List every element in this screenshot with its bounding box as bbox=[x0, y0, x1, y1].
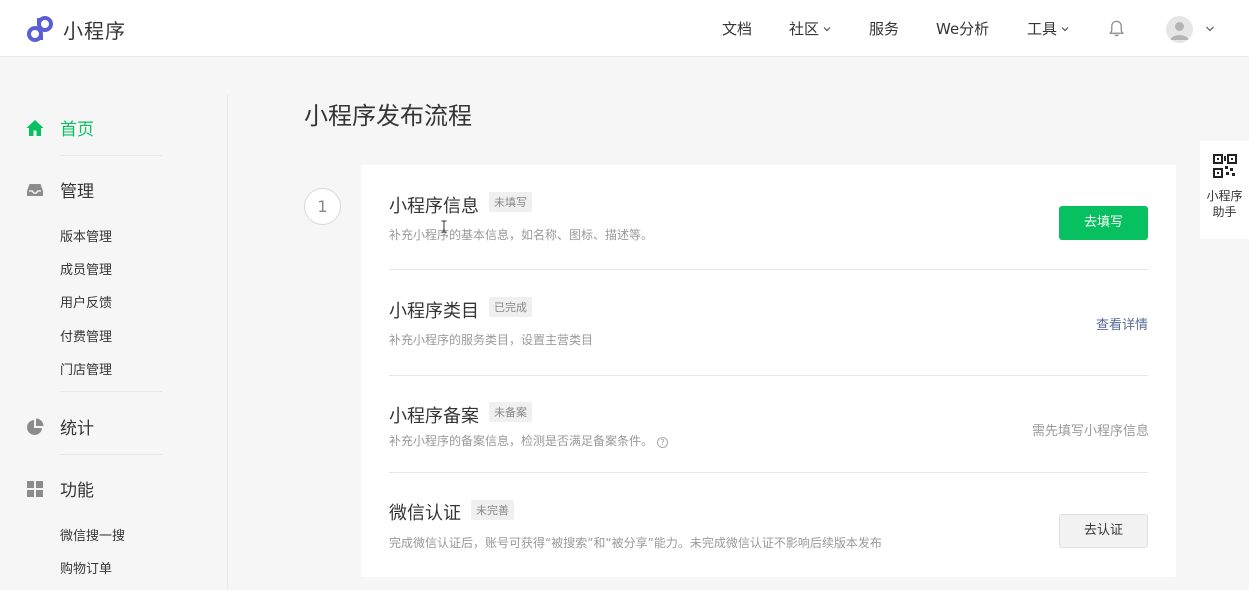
sidebar-item-manage-label: 管理 bbox=[60, 182, 94, 202]
nav-we-analytics-label: We分析 bbox=[936, 20, 990, 38]
chevron-down-icon bbox=[823, 26, 831, 31]
sidebar-divider bbox=[60, 454, 162, 455]
account-chevron-down-icon[interactable] bbox=[1204, 23, 1216, 35]
status-badge: 未备案 bbox=[489, 402, 532, 422]
verify-button[interactable]: 去认证 bbox=[1059, 514, 1148, 548]
sidebar-item-wechat-search[interactable]: 微信搜一搜 bbox=[60, 525, 125, 544]
sidebar-item-stats[interactable]: 统计 bbox=[25, 414, 94, 439]
top-navigation-bar: 小程序 文档 社区 服务 We分析 工具 bbox=[0, 0, 1249, 57]
nav-we-analytics[interactable]: We分析 bbox=[936, 0, 989, 57]
row-divider bbox=[389, 375, 1148, 376]
sidebar-divider bbox=[60, 155, 162, 156]
status-badge: 未完善 bbox=[471, 500, 514, 520]
mini-program-assistant-widget[interactable]: 小程序助手 bbox=[1200, 141, 1249, 239]
user-icon bbox=[1170, 22, 1189, 40]
user-avatar[interactable] bbox=[1166, 16, 1193, 43]
sidebar-item-user-feedback[interactable]: 用户反馈 bbox=[60, 292, 112, 311]
page-title: 小程序发布流程 bbox=[304, 102, 472, 130]
step-description: 完成微信认证后，账号可获得“被搜索”和“被分享”能力。未完成微信认证不影响后续版… bbox=[389, 536, 882, 550]
publish-steps-card: 小程序信息 未填写 补充小程序的基本信息，如名称、图标、描述等。 去填写 小程序… bbox=[361, 165, 1176, 577]
row-divider bbox=[389, 472, 1148, 473]
mini-program-logo-icon bbox=[27, 16, 53, 42]
step-description: 补充小程序的备案信息，检测是否满足备案条件。? bbox=[389, 432, 669, 449]
nav-tools-label: 工具 bbox=[1027, 20, 1058, 38]
status-badge: 未填写 bbox=[489, 192, 532, 212]
home-icon bbox=[26, 119, 44, 136]
sidebar-item-features-label: 功能 bbox=[60, 481, 94, 501]
inbox-icon bbox=[27, 183, 43, 196]
step-title: 小程序备案 bbox=[389, 406, 479, 427]
help-icon[interactable]: ? bbox=[657, 437, 669, 448]
sidebar: 首页 管理 版本管理 成员管理 用户反馈 付费管理 门店管理 统计 功能 微信搜… bbox=[0, 95, 228, 590]
row-divider bbox=[389, 269, 1148, 270]
nav-services[interactable]: 服务 bbox=[869, 0, 899, 57]
view-details-link[interactable]: 查看详情 bbox=[1096, 314, 1148, 333]
step-description: 补充小程序的服务类目，设置主营类目 bbox=[389, 333, 594, 347]
assistant-label: 小程序助手 bbox=[1206, 189, 1243, 219]
sidebar-item-shopping-orders[interactable]: 购物订单 bbox=[60, 558, 112, 577]
brand-logo-link[interactable]: 小程序 bbox=[25, 14, 126, 44]
sidebar-item-payment-management[interactable]: 付费管理 bbox=[60, 326, 112, 345]
fill-in-button[interactable]: 去填写 bbox=[1059, 206, 1148, 240]
bell-icon[interactable] bbox=[1107, 19, 1126, 38]
sidebar-item-stats-label: 统计 bbox=[60, 419, 94, 439]
sidebar-item-store-management[interactable]: 门店管理 bbox=[60, 359, 112, 378]
sidebar-item-version-management[interactable]: 版本管理 bbox=[60, 226, 112, 245]
nav-docs-label: 文档 bbox=[722, 20, 753, 38]
step-title: 小程序类目 bbox=[389, 301, 479, 322]
chevron-down-icon bbox=[1061, 26, 1069, 31]
filing-prerequisite-text: 需先填写小程序信息 bbox=[1032, 424, 1150, 439]
qr-code-icon bbox=[1212, 154, 1237, 178]
nav-community-label: 社区 bbox=[789, 20, 820, 38]
grid-icon bbox=[27, 480, 43, 497]
sidebar-item-member-management[interactable]: 成员管理 bbox=[60, 259, 112, 278]
step-number-badge: 1 bbox=[304, 188, 341, 225]
nav-docs[interactable]: 文档 bbox=[722, 0, 752, 57]
brand-name: 小程序 bbox=[63, 18, 126, 43]
nav-services-label: 服务 bbox=[869, 20, 900, 38]
nav-community[interactable]: 社区 bbox=[789, 0, 832, 57]
text-cursor-icon bbox=[441, 220, 447, 233]
status-badge: 已完成 bbox=[489, 297, 532, 317]
sidebar-item-manage[interactable]: 管理 bbox=[25, 177, 94, 202]
step-title: 小程序信息 bbox=[389, 196, 479, 217]
step-description-text: 补充小程序的备案信息，检测是否满足备案条件。 bbox=[389, 434, 654, 448]
sidebar-item-features[interactable]: 功能 bbox=[25, 476, 94, 501]
step-description: 补充小程序的基本信息，如名称、图标、描述等。 bbox=[389, 228, 654, 242]
sidebar-item-home-label: 首页 bbox=[60, 120, 94, 140]
sidebar-item-home[interactable]: 首页 bbox=[25, 115, 94, 140]
pie-chart-icon bbox=[27, 418, 44, 435]
step-title: 微信认证 bbox=[389, 503, 461, 524]
nav-tools[interactable]: 工具 bbox=[1027, 0, 1070, 57]
sidebar-divider bbox=[60, 391, 162, 392]
